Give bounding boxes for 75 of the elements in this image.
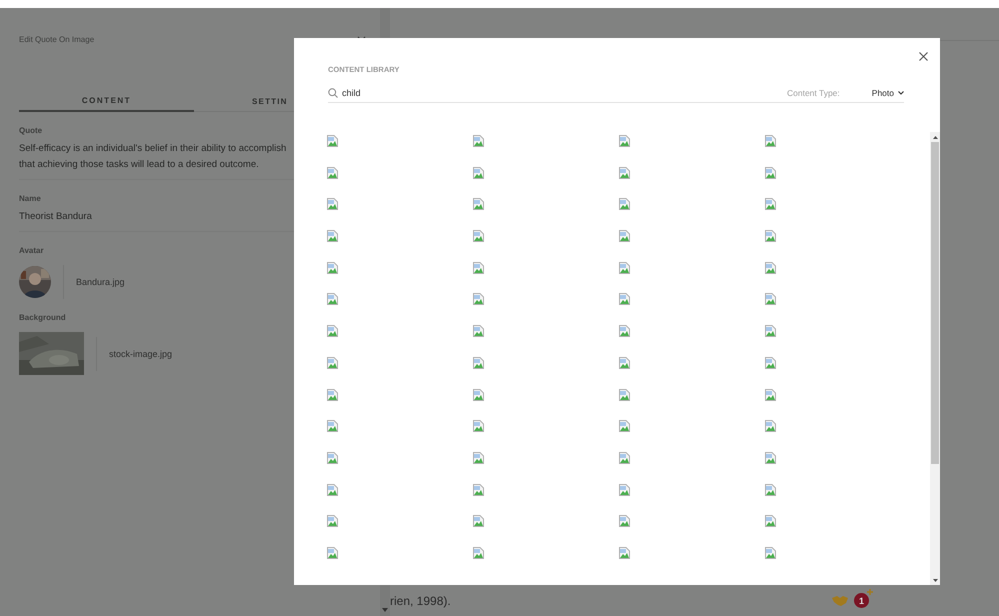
broken-image-icon: [619, 293, 630, 306]
broken-image-icon: [327, 198, 338, 210]
broken-image-icon: [765, 546, 776, 559]
broken-image-icon: [765, 420, 776, 432]
broken-image-icon: [327, 452, 338, 464]
broken-image-icon: [473, 515, 484, 528]
broken-image-icon: [619, 546, 630, 559]
broken-image-icon: [765, 325, 776, 338]
broken-image-icon: [765, 230, 776, 242]
file-name: stock-image.jpg: [109, 348, 172, 358]
field-label: Background: [19, 313, 66, 322]
scroll-down-icon[interactable]: [932, 578, 938, 582]
broken-image-icon: [619, 356, 630, 369]
field-label: Quote: [19, 126, 42, 135]
broken-image-icon: [619, 198, 630, 210]
broken-image-icon: [473, 166, 484, 179]
citation-text: rien, 1998).: [390, 594, 451, 608]
broken-image-icon: [619, 388, 630, 400]
broken-image-icon: [327, 356, 338, 369]
broken-image-icon: [765, 166, 776, 179]
broken-image-icon: [765, 452, 776, 464]
broken-image-icon: [619, 420, 630, 432]
broken-image-icon: [765, 356, 776, 369]
field-value[interactable]: Self-efficacy is an individual's belief in their ability to accomplish that achieving those tasks will lead to a desired outcome.: [19, 141, 286, 173]
broken-image-icon: [765, 515, 776, 528]
broken-image-icon: [473, 388, 484, 400]
broken-image-icon: [473, 230, 484, 242]
scroll-up-icon[interactable]: [932, 136, 938, 138]
broken-image-icon: [619, 515, 630, 528]
content-type-dropdown[interactable]: Photo: [872, 88, 904, 98]
broken-image-icon: [327, 388, 338, 400]
tab[interactable]: CONTENT: [19, 92, 194, 112]
broken-image-icon: [473, 356, 484, 369]
field-label: Avatar: [19, 246, 44, 255]
broken-image-icon: [619, 135, 630, 147]
broken-image-icon: [619, 262, 630, 274]
broken-image-icon: [473, 262, 484, 274]
broken-image-icon: [619, 166, 630, 179]
close-icon: [919, 52, 928, 61]
broken-image-icon: [473, 325, 484, 338]
broken-image-icon: [327, 484, 338, 496]
broken-image-icon: [619, 484, 630, 496]
broken-image-icon: [473, 420, 484, 432]
broken-image-icon: [327, 420, 338, 432]
broken-image-icon: [765, 135, 776, 147]
broken-image-icon: [619, 452, 630, 464]
broken-image-icon: [765, 198, 776, 210]
broken-image-icon: [327, 325, 338, 338]
editor-title: Edit Quote On Image: [19, 34, 94, 44]
broken-image-icon: [765, 262, 776, 274]
broken-image-icon: [327, 293, 338, 306]
field-label: Name: [19, 194, 41, 203]
broken-image-icon: [473, 484, 484, 496]
broken-image-icon: [765, 293, 776, 306]
broken-image-icon: [619, 230, 630, 242]
field-value[interactable]: Theorist Bandura: [19, 209, 92, 225]
broken-image-icon: [327, 166, 338, 179]
broken-image-icon: [327, 546, 338, 559]
broken-image-icon: [473, 546, 484, 559]
broken-image-icon: [327, 262, 338, 274]
broken-image-icon: [765, 388, 776, 400]
broken-image-icon: [619, 325, 630, 338]
broken-image-icon: [327, 230, 338, 242]
broken-image-icon: [473, 198, 484, 210]
broken-image-icon: [473, 293, 484, 306]
file-name: Bandura.jpg: [76, 277, 125, 287]
broken-image-icon: [473, 135, 484, 147]
scroll-down-icon[interactable]: [382, 608, 388, 612]
broken-image-icon: [327, 515, 338, 528]
search-icon: [328, 88, 338, 98]
broken-image-icon: [473, 452, 484, 464]
content-type-label: Content Type:: [787, 88, 840, 98]
broken-image-icon: [765, 484, 776, 496]
broken-image-icon: [327, 135, 338, 147]
chevron-down-icon: [898, 91, 904, 95]
